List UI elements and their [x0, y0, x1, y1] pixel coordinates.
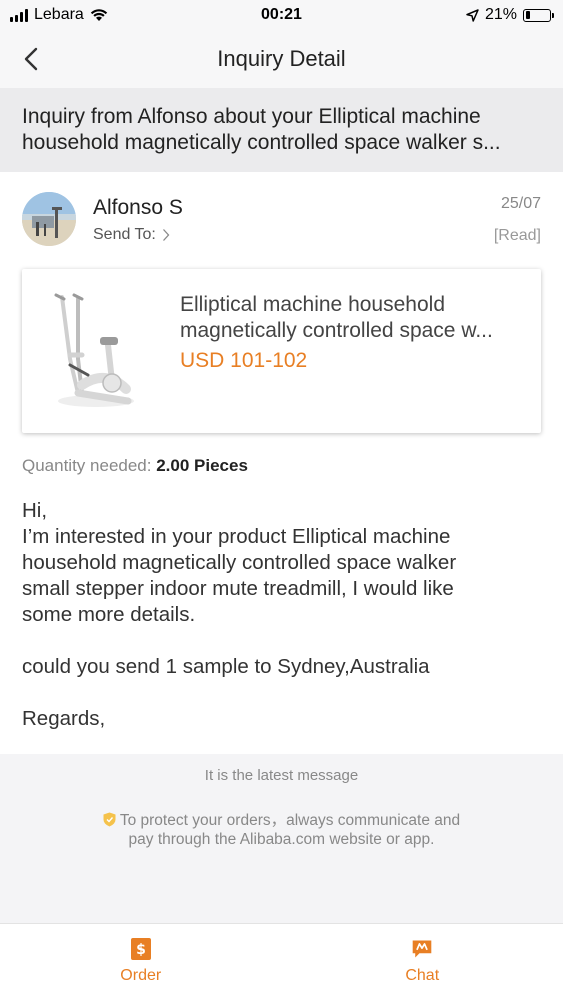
protect-line-2: pay through the Alibaba.com website or a… — [128, 831, 435, 848]
chevron-left-icon — [24, 47, 38, 71]
message-line-4: some more details. — [22, 603, 196, 626]
chevron-right-icon — [162, 229, 170, 241]
message-line-3: small stepper indoor mute treadmill, I w… — [22, 577, 454, 600]
tab-order[interactable]: $ Order — [0, 924, 282, 1000]
battery-icon — [523, 8, 554, 22]
status-right: 21% — [466, 6, 554, 24]
nav-bar: Inquiry Detail — [0, 30, 563, 88]
order-icon: $ — [130, 938, 151, 960]
inquiry-subject: Inquiry from Alfonso about your Elliptic… — [0, 88, 563, 172]
sender-name: Alfonso S — [93, 196, 183, 219]
product-title: Elliptical machine household magneticall… — [180, 292, 517, 344]
message-line-2: household magnetically controlled space … — [22, 551, 457, 574]
battery-fill — [525, 11, 531, 19]
protection-notice: To protect your orders，always communicat… — [60, 811, 503, 849]
page-title: Inquiry Detail — [217, 46, 346, 71]
protect-line-1: To protect your orders，always communicat… — [119, 812, 461, 829]
message-body: Hi, I’m interested in your product Ellip… — [22, 498, 543, 732]
location-arrow-icon — [466, 8, 479, 22]
message-request: could you send 1 sample to Sydney,Austra… — [22, 655, 430, 678]
message-date: 25/07 — [500, 195, 541, 212]
bottom-tab-bar: $ Order Chat — [0, 923, 563, 1000]
chat-icon — [412, 940, 432, 958]
message-greeting: Hi, — [22, 499, 48, 522]
battery-percent: 21% — [484, 6, 517, 23]
status-bar: Lebara 00:21 21% — [0, 0, 563, 30]
quantity-needed: Quantity needed: 2.00 Pieces — [22, 456, 248, 476]
carrier-name: Lebara — [34, 6, 84, 23]
quantity-label: Quantity needed: — [22, 456, 152, 475]
subject-line-1: Inquiry from Alfonso about your Elliptic… — [22, 105, 481, 128]
back-button[interactable] — [14, 42, 48, 76]
tab-chat-label: Chat — [405, 967, 440, 984]
product-title-line-1: Elliptical machine household — [180, 293, 445, 316]
status-left: Lebara — [10, 6, 108, 24]
subject-line-2: household magnetically controlled space … — [22, 131, 501, 154]
inquiry-card: Alfonso S Send To: 25/07 [Read] Elliptic… — [0, 172, 563, 754]
tab-chat[interactable]: Chat — [282, 924, 563, 1000]
avatar-photo — [22, 192, 76, 246]
quantity-value: 2.00 Pieces — [156, 456, 248, 475]
product-price: USD 101-102 — [180, 349, 308, 372]
latest-message-notice: It is the latest message — [204, 767, 359, 784]
send-to-label: Send To: — [93, 226, 156, 243]
avatar[interactable] — [22, 192, 76, 246]
send-to-link[interactable]: Send To: — [93, 226, 170, 244]
tab-order-label: Order — [120, 967, 162, 984]
read-status: [Read] — [493, 227, 541, 244]
message-line-1: I’m interested in your product Elliptica… — [22, 525, 451, 548]
shield-icon — [103, 812, 116, 827]
product-image — [54, 293, 134, 407]
sender-row: Alfonso S Send To: 25/07 [Read] — [22, 192, 541, 252]
signal-icon — [10, 8, 28, 22]
product-card[interactable]: Elliptical machine household magneticall… — [22, 269, 541, 433]
svg-text:$: $ — [136, 942, 146, 958]
wifi-icon — [90, 9, 108, 21]
product-title-line-2: magnetically controlled space w... — [180, 319, 493, 342]
message-signoff: Regards, — [22, 707, 106, 730]
